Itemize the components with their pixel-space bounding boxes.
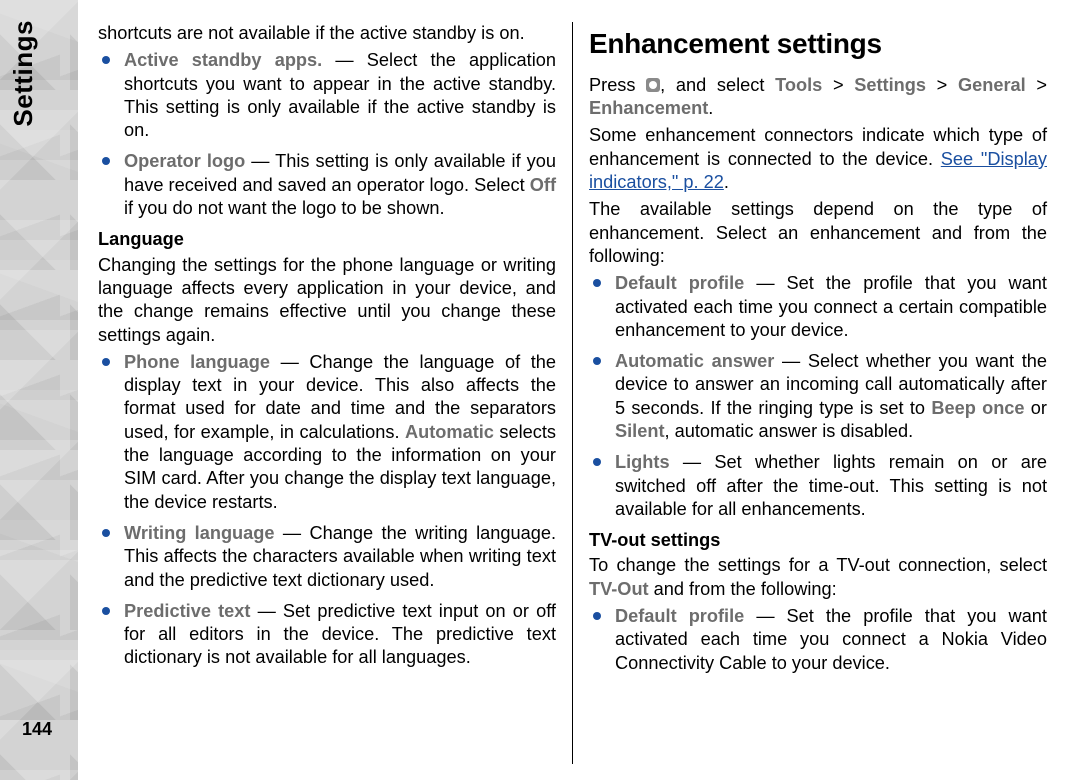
automatic-label: Automatic xyxy=(405,422,494,442)
tvout-label: TV-Out xyxy=(589,579,649,599)
list-item: Predictive text — Set predictive text in… xyxy=(124,600,556,670)
enhancement-para2: The available settings depend on the typ… xyxy=(589,198,1047,268)
language-bullet-list: Phone language — Change the language of … xyxy=(98,351,556,670)
item-label: Writing language xyxy=(124,523,275,543)
silent-label: Silent xyxy=(615,421,665,441)
nav-settings: Settings xyxy=(854,75,926,95)
page-number: 144 xyxy=(22,719,52,740)
item-text: , automatic answer is disabled. xyxy=(665,421,914,441)
off-label: Off xyxy=(530,175,556,195)
tvout-bullet-list: Default profile — Set the profile that y… xyxy=(589,605,1047,675)
right-column: Enhancement settings Press , and select … xyxy=(579,22,1057,764)
tvout-para: To change the settings for a TV-out conn… xyxy=(589,554,1047,601)
column-divider xyxy=(572,22,573,764)
enhancement-bullet-list: Default profile — Set the profile that y… xyxy=(589,272,1047,521)
item-label: Lights xyxy=(615,452,670,472)
item-label: Predictive text xyxy=(124,601,250,621)
item-label: Phone language xyxy=(124,352,270,372)
enhancement-heading: Enhancement settings xyxy=(589,26,1047,62)
list-item: Writing language — Change the writing la… xyxy=(124,522,556,592)
language-subhead: Language xyxy=(98,228,556,251)
item-label: Default profile xyxy=(615,606,744,626)
list-item: Automatic answer — Select whether you wa… xyxy=(615,350,1047,443)
left-column: shortcuts are not available if the activ… xyxy=(88,22,566,764)
language-para: Changing the settings for the phone lang… xyxy=(98,254,556,347)
item-label: Default profile xyxy=(615,273,744,293)
press-instruction: Press , and select Tools > Settings > Ge… xyxy=(589,74,1047,121)
enhancement-para1: Some enhancement connectors indicate whi… xyxy=(589,124,1047,194)
tvout-subhead: TV-out settings xyxy=(589,529,1047,552)
item-label: Automatic answer xyxy=(615,351,774,371)
menu-key-icon xyxy=(646,78,660,92)
intro-continuation: shortcuts are not available if the activ… xyxy=(98,22,556,45)
nav-enhancement: Enhancement xyxy=(589,98,708,118)
list-item: Default profile — Set the profile that y… xyxy=(615,605,1047,675)
list-item: Operator logo — This setting is only ava… xyxy=(124,150,556,220)
side-section-label: Settings xyxy=(8,20,39,127)
item-label: Operator logo xyxy=(124,151,245,171)
list-item: Default profile — Set the profile that y… xyxy=(615,272,1047,342)
list-item: Phone language — Change the language of … xyxy=(124,351,556,514)
item-label: Active standby apps. xyxy=(124,50,322,70)
press-pre: Press xyxy=(589,75,646,95)
list-item: Active standby apps. — Select the applic… xyxy=(124,49,556,142)
item-text: — Set whether lights remain on or are sw… xyxy=(615,452,1047,519)
standby-bullet-list: Active standby apps. — Select the applic… xyxy=(98,49,556,220)
beep-once-label: Beep once xyxy=(931,398,1024,418)
nav-general: General xyxy=(958,75,1026,95)
item-text: if you do not want the logo to be shown. xyxy=(124,198,445,218)
page-content: shortcuts are not available if the activ… xyxy=(88,22,1066,764)
list-item: Lights — Set whether lights remain on or… xyxy=(615,451,1047,521)
press-mid: , and select xyxy=(660,75,775,95)
nav-tools: Tools xyxy=(775,75,822,95)
